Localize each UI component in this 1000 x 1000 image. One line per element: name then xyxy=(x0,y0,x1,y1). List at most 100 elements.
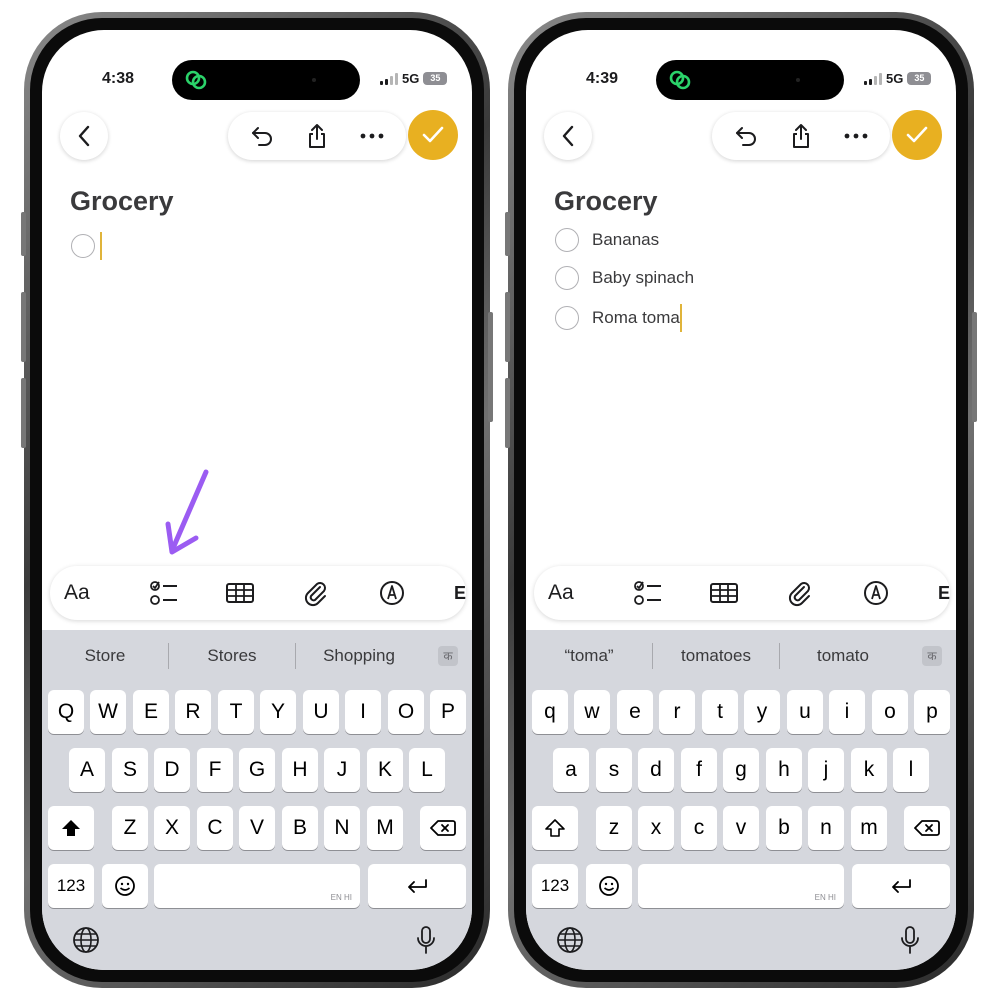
key[interactable]: o xyxy=(872,690,908,734)
done-button[interactable] xyxy=(892,110,942,160)
done-button[interactable] xyxy=(408,110,458,160)
suggestion[interactable]: Stores xyxy=(169,646,295,666)
key[interactable]: C xyxy=(197,806,233,850)
key[interactable]: M xyxy=(367,806,403,850)
more-button[interactable] xyxy=(836,116,876,156)
key[interactable]: u xyxy=(787,690,823,734)
key[interactable]: F xyxy=(197,748,233,792)
shift-key[interactable] xyxy=(532,806,578,850)
return-key[interactable] xyxy=(368,864,466,908)
key[interactable]: T xyxy=(218,690,254,734)
key[interactable]: g xyxy=(723,748,759,792)
key[interactable]: V xyxy=(239,806,275,850)
key[interactable]: W xyxy=(90,690,126,734)
table-button[interactable] xyxy=(220,566,260,620)
key[interactable]: q xyxy=(532,690,568,734)
text-style-button[interactable]: Aa xyxy=(64,566,90,620)
more-format-button[interactable]: E xyxy=(454,566,466,620)
space-bar[interactable]: EN HI xyxy=(638,864,844,908)
key[interactable]: B xyxy=(282,806,318,850)
key[interactable]: S xyxy=(112,748,148,792)
key[interactable]: Q xyxy=(48,690,84,734)
delete-key[interactable] xyxy=(420,806,466,850)
suggestion[interactable]: tomato xyxy=(780,646,906,666)
checklist-item[interactable]: Baby spinach xyxy=(555,266,694,290)
attach-button[interactable] xyxy=(780,566,820,620)
key[interactable]: E xyxy=(133,690,169,734)
checklist-button[interactable] xyxy=(144,566,184,620)
text-style-button[interactable]: Aa xyxy=(548,566,574,620)
delete-key[interactable] xyxy=(904,806,950,850)
key[interactable]: Z xyxy=(112,806,148,850)
emoji-key[interactable] xyxy=(102,864,148,908)
share-button[interactable] xyxy=(297,116,337,156)
key[interactable]: t xyxy=(702,690,738,734)
back-button[interactable] xyxy=(544,112,592,160)
key[interactable]: f xyxy=(681,748,717,792)
key[interactable]: d xyxy=(638,748,674,792)
share-button[interactable] xyxy=(781,116,821,156)
checkbox-circle[interactable] xyxy=(555,306,579,330)
suggestion[interactable]: “toma” xyxy=(526,646,652,666)
more-button[interactable] xyxy=(352,116,392,156)
globe-button[interactable] xyxy=(68,922,104,958)
checklist-item[interactable]: Bananas xyxy=(555,228,659,252)
suggestion[interactable]: Store xyxy=(42,646,168,666)
key[interactable]: R xyxy=(175,690,211,734)
space-bar[interactable]: EN HI xyxy=(154,864,360,908)
key[interactable]: I xyxy=(345,690,381,734)
table-button[interactable] xyxy=(704,566,744,620)
dictation-button[interactable] xyxy=(408,922,444,958)
checkbox-circle[interactable] xyxy=(71,234,95,258)
checkbox-circle[interactable] xyxy=(555,266,579,290)
key[interactable]: N xyxy=(324,806,360,850)
checklist-item[interactable]: Roma toma xyxy=(555,304,682,332)
key[interactable]: L xyxy=(409,748,445,792)
undo-button[interactable] xyxy=(726,116,766,156)
markup-button[interactable] xyxy=(856,566,896,620)
key[interactable]: i xyxy=(829,690,865,734)
numbers-key[interactable]: 123 xyxy=(532,864,578,908)
checklist-item[interactable] xyxy=(71,232,102,260)
attach-button[interactable] xyxy=(296,566,336,620)
back-button[interactable] xyxy=(60,112,108,160)
more-format-button[interactable]: E xyxy=(938,566,950,620)
dictation-button[interactable] xyxy=(892,922,928,958)
markup-button[interactable] xyxy=(372,566,412,620)
checklist-item-text[interactable]: Baby spinach xyxy=(592,268,694,288)
key[interactable]: J xyxy=(324,748,360,792)
key[interactable]: l xyxy=(893,748,929,792)
key[interactable]: U xyxy=(303,690,339,734)
key[interactable]: r xyxy=(659,690,695,734)
key[interactable]: G xyxy=(239,748,275,792)
checkbox-circle[interactable] xyxy=(555,228,579,252)
key[interactable]: z xyxy=(596,806,632,850)
key[interactable]: O xyxy=(388,690,424,734)
undo-button[interactable] xyxy=(242,116,282,156)
key[interactable]: e xyxy=(617,690,653,734)
key[interactable]: h xyxy=(766,748,802,792)
key[interactable]: k xyxy=(851,748,887,792)
note-title[interactable]: Grocery xyxy=(554,186,658,217)
checklist-item-text[interactable]: Roma toma xyxy=(592,308,680,328)
key[interactable]: a xyxy=(553,748,589,792)
key[interactable]: n xyxy=(808,806,844,850)
numbers-key[interactable]: 123 xyxy=(48,864,94,908)
key[interactable]: H xyxy=(282,748,318,792)
shift-key[interactable] xyxy=(48,806,94,850)
key[interactable]: b xyxy=(766,806,802,850)
key[interactable]: A xyxy=(69,748,105,792)
key[interactable]: m xyxy=(851,806,887,850)
suggestion[interactable]: Shopping xyxy=(296,646,422,666)
return-key[interactable] xyxy=(852,864,950,908)
key[interactable]: K xyxy=(367,748,403,792)
key[interactable]: x xyxy=(638,806,674,850)
key[interactable]: v xyxy=(723,806,759,850)
note-title[interactable]: Grocery xyxy=(70,186,174,217)
checklist-item-text[interactable]: Bananas xyxy=(592,230,659,250)
checklist-button[interactable] xyxy=(628,566,668,620)
globe-button[interactable] xyxy=(552,922,588,958)
key[interactable]: P xyxy=(430,690,466,734)
emoji-key[interactable] xyxy=(586,864,632,908)
key[interactable]: X xyxy=(154,806,190,850)
